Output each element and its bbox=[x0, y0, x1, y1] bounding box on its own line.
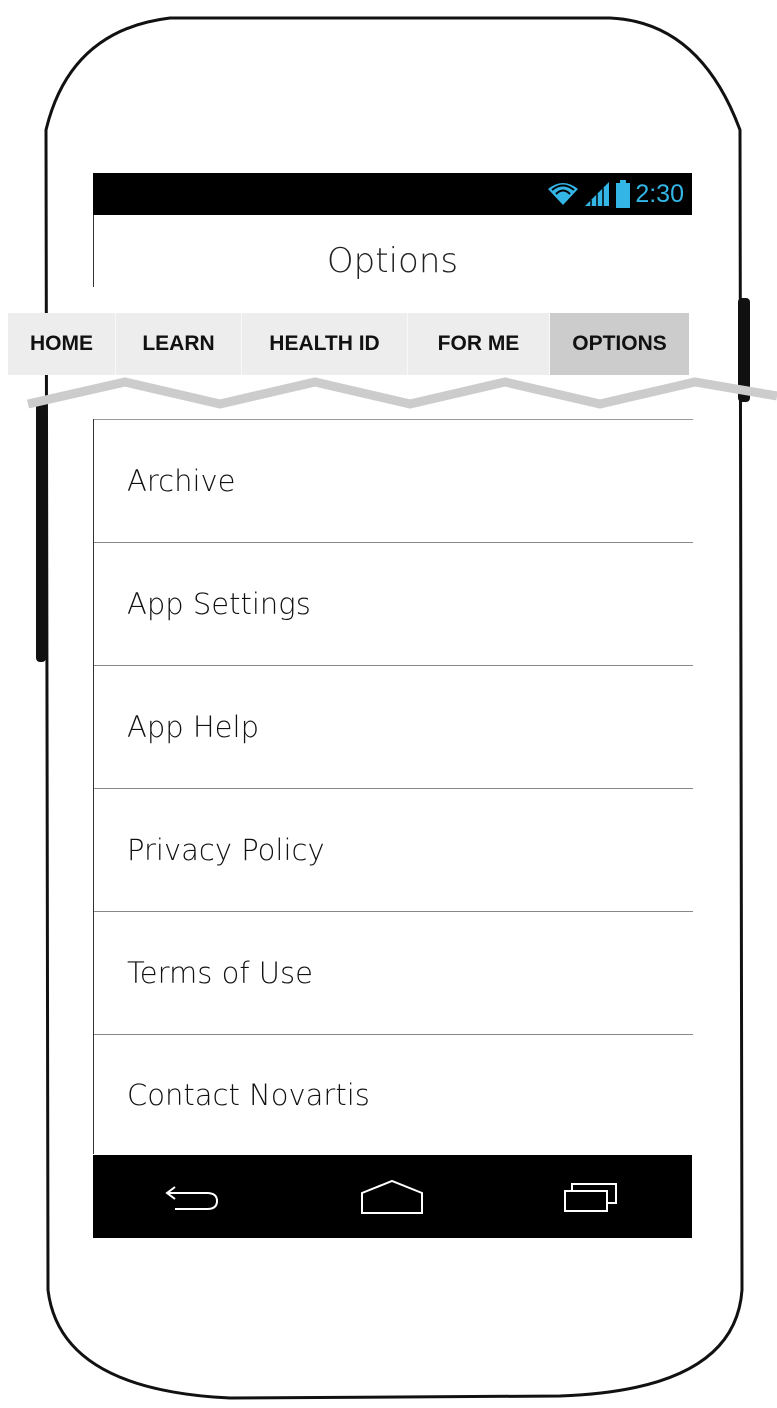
signal-icon bbox=[585, 182, 610, 206]
back-button[interactable] bbox=[133, 1167, 253, 1227]
options-menu: Archive App Settings App Help Privacy Po… bbox=[93, 419, 693, 1154]
menu-item-label: Contact Novartis bbox=[127, 1077, 370, 1112]
menu-item-app-settings[interactable]: App Settings bbox=[94, 542, 693, 665]
tab-health-id[interactable]: HEALTH ID bbox=[242, 313, 408, 375]
back-icon bbox=[165, 1185, 218, 1210]
menu-item-label: Terms of Use bbox=[127, 956, 313, 990]
status-icons: 2:30 bbox=[547, 177, 684, 211]
tab-bar: HOME LEARN HEALTH ID FOR ME OPTIONS bbox=[8, 313, 689, 375]
wifi-icon bbox=[548, 183, 579, 205]
menu-item-app-help[interactable]: App Help bbox=[94, 665, 693, 788]
tab-learn[interactable]: LEARN bbox=[116, 313, 242, 375]
menu-item-label: Archive bbox=[127, 464, 236, 498]
recents-button[interactable] bbox=[532, 1167, 652, 1227]
status-bar: 2:30 bbox=[93, 173, 692, 215]
menu-item-archive[interactable]: Archive bbox=[94, 419, 693, 542]
menu-item-terms-of-use[interactable]: Terms of Use bbox=[94, 911, 693, 1034]
volume-button bbox=[36, 400, 46, 662]
home-icon bbox=[361, 1179, 424, 1214]
home-button[interactable] bbox=[332, 1167, 452, 1227]
menu-item-label: Privacy Policy bbox=[127, 833, 325, 867]
page-title: Options bbox=[326, 241, 459, 281]
status-time: 2:30 bbox=[635, 180, 684, 208]
battery-icon bbox=[616, 180, 631, 208]
menu-item-privacy-policy[interactable]: Privacy Policy bbox=[94, 788, 693, 911]
tab-for-me[interactable]: FOR ME bbox=[408, 313, 550, 375]
menu-item-label: App Settings bbox=[127, 587, 311, 621]
recents-icon bbox=[564, 1182, 618, 1212]
menu-item-contact-novartis[interactable]: Contact Novartis bbox=[94, 1034, 693, 1154]
tab-home[interactable]: HOME bbox=[8, 313, 116, 375]
navigation-bar bbox=[93, 1155, 692, 1238]
menu-item-label: App Help bbox=[127, 710, 259, 744]
tab-options[interactable]: OPTIONS bbox=[550, 313, 689, 375]
zigzag-divider bbox=[27, 377, 777, 409]
